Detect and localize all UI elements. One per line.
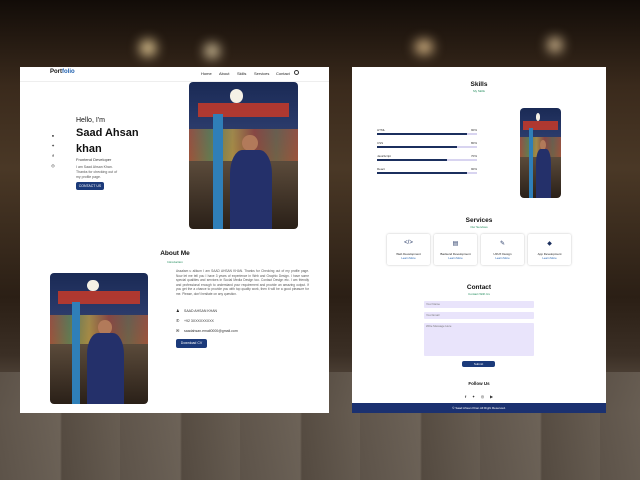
service-card-uiux[interactable]: ✎ UI/UX Design Learn More — [481, 234, 524, 265]
about-title: About Me — [160, 250, 190, 257]
hero-intro: I am Saad Ahsan Khan. Thanks for checkin… — [76, 165, 118, 179]
theme-toggle-icon[interactable] — [294, 70, 299, 75]
skill-name: React — [377, 167, 385, 171]
about-email: saadahsan.email0000@gmail.com — [184, 329, 238, 333]
follow-title: Follow Us — [468, 381, 490, 386]
logo[interactable]: Portfolio — [50, 69, 75, 75]
pen-tool-icon: ✎ — [499, 241, 506, 247]
about-name-row: ♟ SAAD AHSAN KHAN — [176, 308, 217, 313]
portfolio-page-home: Portfolio Home About Skills Services Con… — [20, 67, 329, 413]
twitter-icon[interactable]: ✦ — [471, 394, 476, 399]
code-icon: </> — [404, 240, 413, 246]
navbar: Portfolio Home About Skills Services Con… — [20, 67, 329, 82]
background-light — [548, 38, 562, 52]
skills-title: Skills — [470, 81, 488, 88]
facebook-icon[interactable]: f — [51, 154, 55, 158]
services-title: Services — [465, 217, 493, 224]
background-light — [415, 40, 433, 54]
learn-more-link[interactable]: Learn More — [528, 256, 571, 260]
facebook-icon[interactable]: f — [463, 394, 468, 399]
twitter-icon[interactable]: ✦ — [51, 144, 55, 148]
skill-name: JavaScript — [377, 154, 392, 158]
instagram-icon[interactable]: ◎ — [480, 394, 485, 399]
skill-name: CSS — [377, 141, 384, 145]
about-email-row: ✉ saadahsan.email0000@gmail.com — [176, 328, 238, 333]
email-field[interactable]: Your Email — [424, 312, 534, 319]
skill-percent: 90% — [470, 167, 477, 171]
download-cv-button[interactable]: Download CV — [176, 339, 207, 348]
about-paragraph: Assalam u alikum I am SAAD AHSAN KHAN. T… — [176, 269, 309, 296]
contact-us-button[interactable]: CONTACT US — [76, 182, 104, 190]
server-icon: ▤ — [452, 241, 459, 247]
skill-name: HTML — [377, 128, 386, 132]
about-phone-row: ✆ +92 3XXXXXXXXX — [176, 318, 214, 323]
android-icon: ◆ — [547, 241, 552, 247]
about-phone: +92 3XXXXXXXXX — [184, 319, 214, 323]
youtube-icon[interactable]: ▶ — [489, 394, 494, 399]
message-field[interactable]: Write Message Here — [424, 323, 534, 356]
about-photo — [50, 273, 148, 404]
logo-prefix: Port — [50, 69, 62, 75]
service-card-web[interactable]: </> Web Development Learn More — [387, 234, 430, 265]
skill-track — [377, 146, 477, 148]
skill-track — [377, 159, 477, 161]
hero-greeting: Hello, I'm — [76, 117, 105, 124]
service-card-app[interactable]: ◆ App Development Learn More — [528, 234, 571, 265]
skill-bar-fill — [377, 146, 457, 148]
nav-link-about[interactable]: About — [219, 71, 229, 76]
nav-link-contact[interactable]: Contact — [276, 71, 290, 76]
skill-percent: 90% — [470, 128, 477, 132]
hero-role: Frontend Developer — [76, 157, 112, 162]
skill-percent: 70% — [470, 154, 477, 158]
skill-track — [377, 172, 477, 174]
background-light — [140, 40, 156, 56]
github-icon[interactable]: ● — [51, 134, 55, 138]
skill-bar-fill — [377, 159, 447, 161]
name-field[interactable]: Your Name — [424, 301, 534, 308]
submit-button[interactable]: Submit — [462, 361, 495, 367]
services-subtitle: Our Services — [470, 225, 488, 229]
nav-link-services[interactable]: Services — [254, 71, 269, 76]
portfolio-page-sections: Skills My Skills HTML 90% CSS 80% JavaSc… — [352, 67, 606, 413]
skills-photo — [520, 108, 561, 198]
footer: © Saad Ahsan Khan All Right Reserved. — [352, 403, 606, 413]
skill-track — [377, 133, 477, 135]
user-icon: ♟ — [176, 308, 180, 313]
hero-name: Saad Ahsan khan — [76, 127, 139, 155]
mail-icon: ✉ — [176, 328, 180, 333]
instagram-icon[interactable]: ◎ — [51, 164, 55, 168]
learn-more-link[interactable]: Learn More — [434, 256, 477, 260]
about-name: SAAD AHSAN KHAN — [184, 309, 218, 313]
logo-suffix: folio — [62, 69, 75, 75]
service-card-backend[interactable]: ▤ Backend Development Learn More — [434, 234, 477, 265]
skills-subtitle: My Skills — [473, 89, 485, 93]
skill-bar-fill — [377, 133, 467, 135]
learn-more-link[interactable]: Learn More — [481, 256, 524, 260]
skill-percent: 80% — [470, 141, 477, 145]
background-light — [205, 44, 219, 58]
about-subtitle: Introduction — [167, 260, 183, 264]
hero-photo — [189, 82, 298, 229]
nav-link-skills[interactable]: Skills — [237, 71, 246, 76]
learn-more-link[interactable]: Learn More — [387, 256, 430, 260]
phone-icon: ✆ — [176, 318, 180, 323]
nav-link-home[interactable]: Home — [201, 71, 212, 76]
contact-title: Contact — [466, 284, 492, 291]
skill-bar-fill — [377, 172, 467, 174]
contact-subtitle: Contact With Us — [468, 292, 490, 296]
